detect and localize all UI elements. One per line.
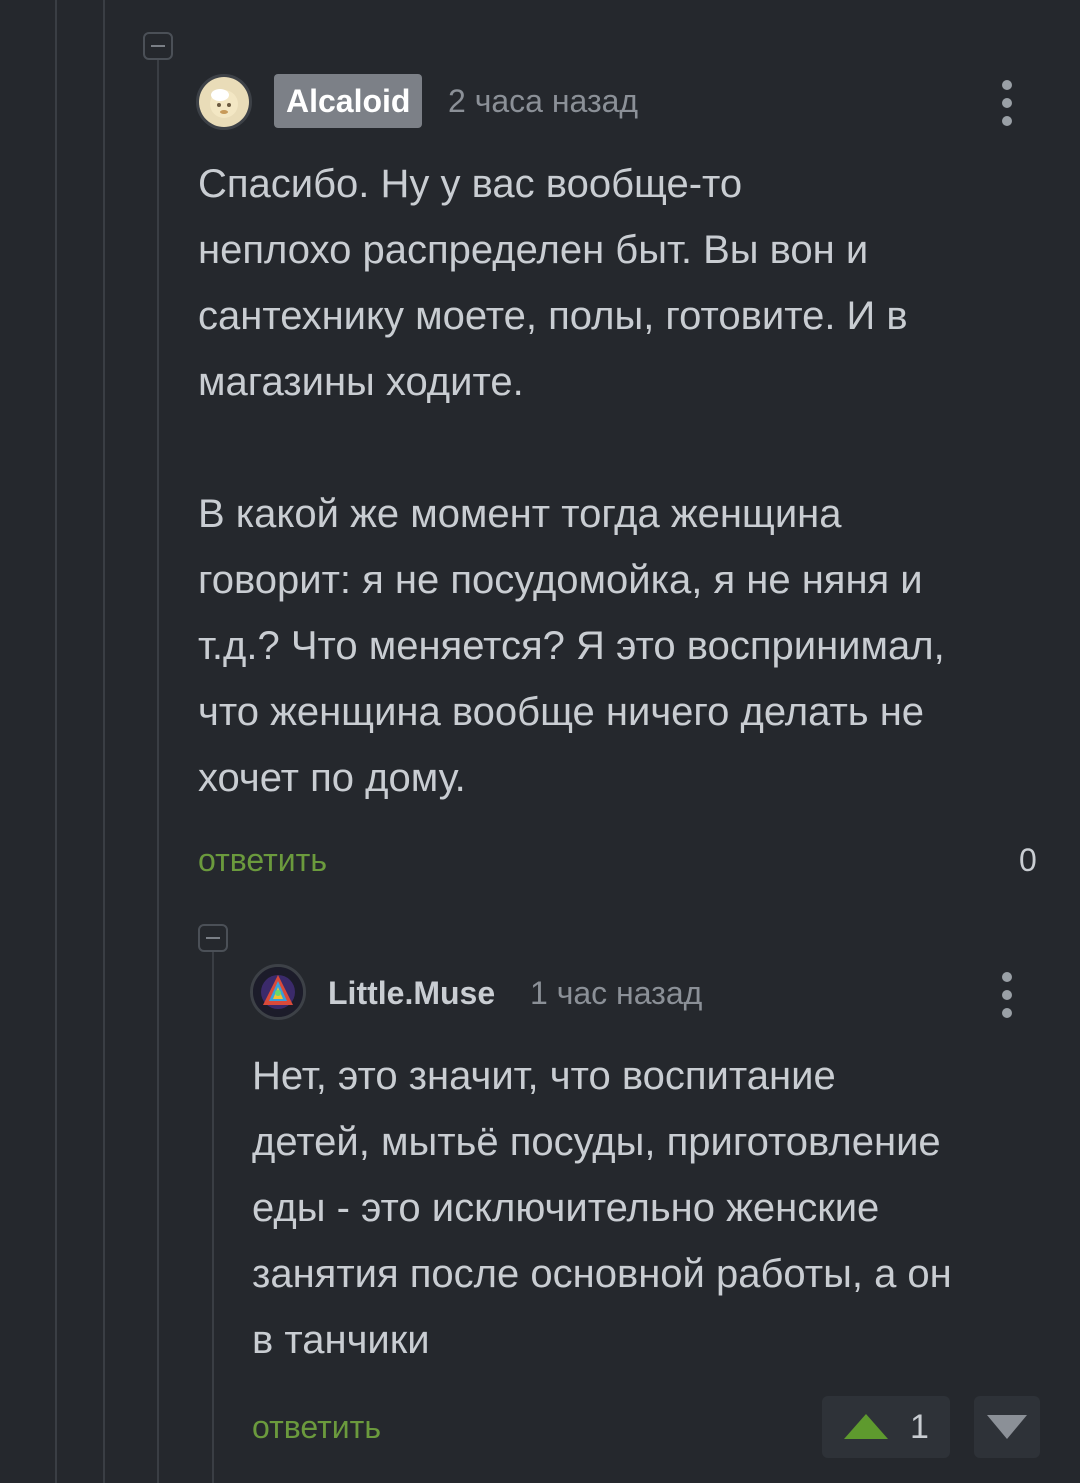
triangle-up-icon: [844, 1414, 888, 1439]
comment-time: 1 час назад: [530, 975, 703, 1011]
thread-line-comment-2[interactable]: [212, 952, 214, 1483]
collapse-button[interactable]: [143, 32, 173, 60]
upvote-button[interactable]: 1: [822, 1396, 950, 1458]
thread-line-comment-1[interactable]: [157, 60, 159, 1483]
vertical-dots-icon[interactable]: [997, 80, 1017, 130]
rating-value: 1: [910, 1408, 929, 1446]
thread-line-outer-2: [103, 0, 105, 1483]
avatar-image: [253, 967, 303, 1017]
triangle-down-icon: [987, 1415, 1027, 1439]
avatar-image: [199, 77, 249, 127]
reply-link[interactable]: ответить: [198, 840, 327, 880]
reply-link[interactable]: ответить: [252, 1407, 381, 1447]
collapse-button[interactable]: [198, 924, 228, 952]
avatar[interactable]: [196, 74, 252, 130]
thread-line-outer-1: [55, 0, 57, 1483]
downvote-button[interactable]: [974, 1396, 1040, 1458]
minus-box-icon: [206, 937, 220, 939]
comment-text: Спасибо. Ну у вас вообще-то неплохо расп…: [198, 162, 945, 800]
minus-box-icon: [151, 45, 165, 47]
comment-text: Нет, это значит, что воспитание детей, м…: [252, 1054, 952, 1362]
rating-value: 0: [1019, 842, 1037, 878]
comment-time: 2 часа назад: [448, 83, 639, 119]
author-name[interactable]: Alcaloid: [274, 74, 423, 128]
avatar[interactable]: [250, 964, 306, 1020]
author-name[interactable]: Little.Muse: [328, 966, 495, 1020]
vertical-dots-icon[interactable]: [997, 972, 1017, 1022]
